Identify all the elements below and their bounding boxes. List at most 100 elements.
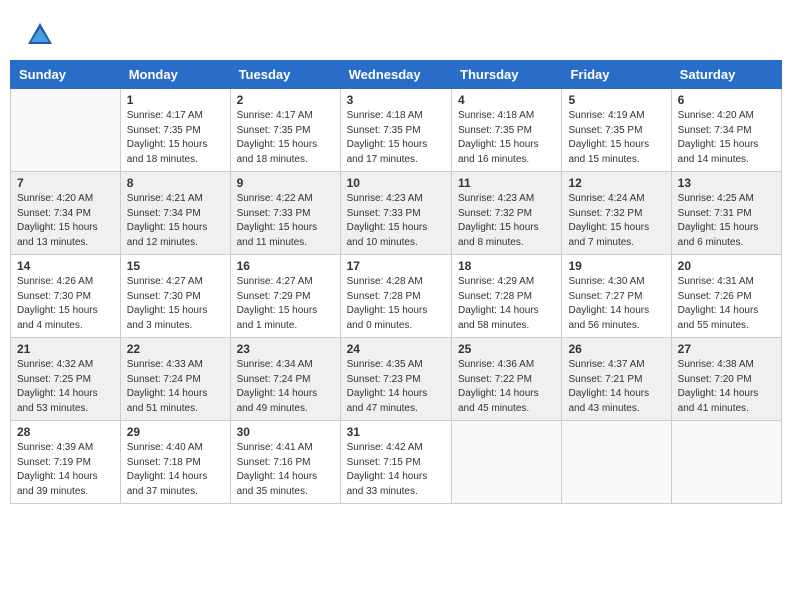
day-number: 22 <box>127 342 224 356</box>
calendar-day-cell: 23 Sunrise: 4:34 AM Sunset: 7:24 PM Dayli… <box>230 338 340 421</box>
day-info: Sunrise: 4:40 AM Sunset: 7:18 PM Dayligh… <box>127 441 224 499</box>
calendar-week-row: 1 Sunrise: 4:17 AM Sunset: 7:35 PM Daylig… <box>11 89 782 172</box>
day-number: 15 <box>127 259 224 273</box>
day-number: 9 <box>237 176 334 190</box>
day-of-week-header: Monday <box>120 61 230 89</box>
calendar-day-cell: 21Sunrise: 4:32 AM Sunset: 7:25 PM Dayli… <box>11 338 121 421</box>
day-number: 16 <box>237 259 334 273</box>
calendar-day-cell <box>671 421 781 504</box>
calendar-day-cell: 16 Sunrise: 4:27 AM Sunset: 7:29 PM Dayli… <box>230 255 340 338</box>
calendar-day-cell: 31 Sunrise: 4:42 AM Sunset: 7:15 PM Dayli… <box>340 421 451 504</box>
calendar-week-row: 7 Sunrise: 4:20 AM Sunset: 7:34 PM Daylig… <box>11 172 782 255</box>
day-info: Sunrise: 4:23 AM Sunset: 7:32 PM Dayligh… <box>458 192 555 250</box>
day-number: 1 <box>127 93 224 107</box>
calendar-day-cell: 3 Sunrise: 4:18 AM Sunset: 7:35 PM Daylig… <box>340 89 451 172</box>
day-info: Sunrise: 4:33 AM Sunset: 7:24 PM Dayligh… <box>127 358 224 416</box>
day-number: 25 <box>458 342 555 356</box>
day-number: 27 <box>678 342 775 356</box>
calendar-day-cell: 29 Sunrise: 4:40 AM Sunset: 7:18 PM Dayli… <box>120 421 230 504</box>
calendar-day-cell: 8 Sunrise: 4:21 AM Sunset: 7:34 PM Daylig… <box>120 172 230 255</box>
day-number: 26 <box>568 342 664 356</box>
calendar-day-cell: 15 Sunrise: 4:27 AM Sunset: 7:30 PM Dayli… <box>120 255 230 338</box>
day-number: 2 <box>237 93 334 107</box>
calendar-day-cell: 30 Sunrise: 4:41 AM Sunset: 7:16 PM Dayli… <box>230 421 340 504</box>
calendar-day-cell <box>452 421 562 504</box>
day-number: 21 <box>17 342 114 356</box>
day-info: Sunrise: 4:28 AM Sunset: 7:28 PM Dayligh… <box>347 275 445 333</box>
day-number: 24 <box>347 342 445 356</box>
day-info: Sunrise: 4:29 AM Sunset: 7:28 PM Dayligh… <box>458 275 555 333</box>
day-of-week-header: Saturday <box>671 61 781 89</box>
calendar-day-cell: 20Sunrise: 4:31 AM Sunset: 7:26 PM Dayli… <box>671 255 781 338</box>
calendar-day-cell: 10 Sunrise: 4:23 AM Sunset: 7:33 PM Dayli… <box>340 172 451 255</box>
calendar-day-cell: 2 Sunrise: 4:17 AM Sunset: 7:35 PM Daylig… <box>230 89 340 172</box>
calendar-day-cell: 7 Sunrise: 4:20 AM Sunset: 7:34 PM Daylig… <box>11 172 121 255</box>
day-number: 11 <box>458 176 555 190</box>
calendar-day-cell: 9 Sunrise: 4:22 AM Sunset: 7:33 PM Daylig… <box>230 172 340 255</box>
calendar-day-cell <box>562 421 671 504</box>
day-number: 5 <box>568 93 664 107</box>
day-info: Sunrise: 4:31 AM Sunset: 7:26 PM Dayligh… <box>678 275 775 333</box>
day-info: Sunrise: 4:30 AM Sunset: 7:27 PM Dayligh… <box>568 275 664 333</box>
day-number: 19 <box>568 259 664 273</box>
day-info: Sunrise: 4:24 AM Sunset: 7:32 PM Dayligh… <box>568 192 664 250</box>
day-info: Sunrise: 4:20 AM Sunset: 7:34 PM Dayligh… <box>17 192 114 250</box>
day-number: 14 <box>17 259 114 273</box>
calendar-day-cell: 6Sunrise: 4:20 AM Sunset: 7:34 PM Daylig… <box>671 89 781 172</box>
day-info: Sunrise: 4:34 AM Sunset: 7:24 PM Dayligh… <box>237 358 334 416</box>
calendar-day-cell <box>11 89 121 172</box>
calendar-table: SundayMondayTuesdayWednesdayThursdayFrid… <box>10 60 782 504</box>
day-number: 7 <box>17 176 114 190</box>
day-number: 28 <box>17 425 114 439</box>
day-info: Sunrise: 4:27 AM Sunset: 7:29 PM Dayligh… <box>237 275 334 333</box>
day-number: 30 <box>237 425 334 439</box>
calendar-day-cell: 22 Sunrise: 4:33 AM Sunset: 7:24 PM Dayli… <box>120 338 230 421</box>
day-info: Sunrise: 4:25 AM Sunset: 7:31 PM Dayligh… <box>678 192 775 250</box>
calendar-week-row: 14Sunrise: 4:26 AM Sunset: 7:30 PM Dayli… <box>11 255 782 338</box>
calendar-day-cell: 28 Sunrise: 4:39 AM Sunset: 7:19 PM Dayli… <box>11 421 121 504</box>
calendar-day-cell: 5Sunrise: 4:19 AM Sunset: 7:35 PM Daylig… <box>562 89 671 172</box>
day-info: Sunrise: 4:20 AM Sunset: 7:34 PM Dayligh… <box>678 109 775 167</box>
day-info: Sunrise: 4:18 AM Sunset: 7:35 PM Dayligh… <box>458 109 555 167</box>
day-info: Sunrise: 4:38 AM Sunset: 7:20 PM Dayligh… <box>678 358 775 416</box>
page-header <box>10 10 782 55</box>
day-info: Sunrise: 4:41 AM Sunset: 7:16 PM Dayligh… <box>237 441 334 499</box>
day-info: Sunrise: 4:37 AM Sunset: 7:21 PM Dayligh… <box>568 358 664 416</box>
day-number: 17 <box>347 259 445 273</box>
day-number: 23 <box>237 342 334 356</box>
calendar-day-cell: 13 Sunrise: 4:25 AM Sunset: 7:31 PM Dayli… <box>671 172 781 255</box>
calendar-header-row: SundayMondayTuesdayWednesdayThursdayFrid… <box>11 61 782 89</box>
calendar-week-row: 28 Sunrise: 4:39 AM Sunset: 7:19 PM Dayli… <box>11 421 782 504</box>
calendar-day-cell: 25 Sunrise: 4:36 AM Sunset: 7:22 PM Dayli… <box>452 338 562 421</box>
calendar-day-cell: 12Sunrise: 4:24 AM Sunset: 7:32 PM Dayli… <box>562 172 671 255</box>
day-number: 13 <box>678 176 775 190</box>
calendar-day-cell: 4 Sunrise: 4:18 AM Sunset: 7:35 PM Daylig… <box>452 89 562 172</box>
day-number: 10 <box>347 176 445 190</box>
day-number: 31 <box>347 425 445 439</box>
day-info: Sunrise: 4:18 AM Sunset: 7:35 PM Dayligh… <box>347 109 445 167</box>
day-number: 3 <box>347 93 445 107</box>
day-number: 8 <box>127 176 224 190</box>
day-of-week-header: Sunday <box>11 61 121 89</box>
day-info: Sunrise: 4:39 AM Sunset: 7:19 PM Dayligh… <box>17 441 114 499</box>
calendar-day-cell: 26 Sunrise: 4:37 AM Sunset: 7:21 PM Dayli… <box>562 338 671 421</box>
day-info: Sunrise: 4:17 AM Sunset: 7:35 PM Dayligh… <box>237 109 334 167</box>
calendar-day-cell: 1 Sunrise: 4:17 AM Sunset: 7:35 PM Daylig… <box>120 89 230 172</box>
day-info: Sunrise: 4:22 AM Sunset: 7:33 PM Dayligh… <box>237 192 334 250</box>
day-info: Sunrise: 4:36 AM Sunset: 7:22 PM Dayligh… <box>458 358 555 416</box>
day-info: Sunrise: 4:23 AM Sunset: 7:33 PM Dayligh… <box>347 192 445 250</box>
day-number: 4 <box>458 93 555 107</box>
day-number: 18 <box>458 259 555 273</box>
day-info: Sunrise: 4:42 AM Sunset: 7:15 PM Dayligh… <box>347 441 445 499</box>
day-info: Sunrise: 4:27 AM Sunset: 7:30 PM Dayligh… <box>127 275 224 333</box>
day-info: Sunrise: 4:35 AM Sunset: 7:23 PM Dayligh… <box>347 358 445 416</box>
day-of-week-header: Thursday <box>452 61 562 89</box>
day-info: Sunrise: 4:21 AM Sunset: 7:34 PM Dayligh… <box>127 192 224 250</box>
day-number: 29 <box>127 425 224 439</box>
calendar-day-cell: 14Sunrise: 4:26 AM Sunset: 7:30 PM Dayli… <box>11 255 121 338</box>
day-info: Sunrise: 4:17 AM Sunset: 7:35 PM Dayligh… <box>127 109 224 167</box>
calendar-day-cell: 11 Sunrise: 4:23 AM Sunset: 7:32 PM Dayli… <box>452 172 562 255</box>
logo <box>25 20 59 50</box>
calendar-day-cell: 24 Sunrise: 4:35 AM Sunset: 7:23 PM Dayli… <box>340 338 451 421</box>
day-of-week-header: Friday <box>562 61 671 89</box>
